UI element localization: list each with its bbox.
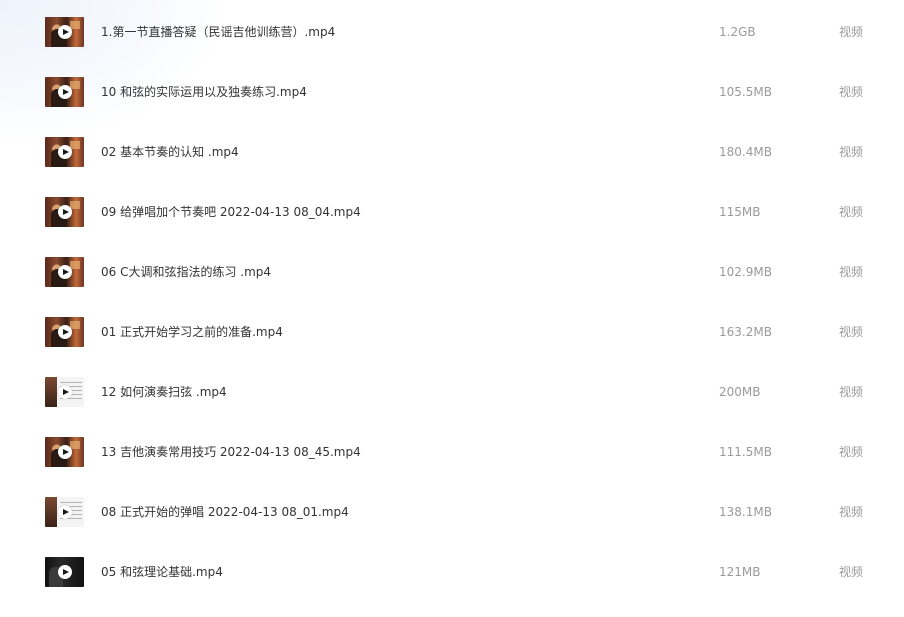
file-name[interactable]: 08 正式开始的弹唱 2022-04-13 08_01.mp4: [101, 503, 349, 521]
file-name[interactable]: 05 和弦理论基础.mp4: [101, 563, 223, 581]
file-size: 115MB: [719, 205, 761, 219]
play-icon: [57, 85, 72, 99]
file-type: 视频: [839, 325, 864, 339]
file-name[interactable]: 02 基本节奏的认知 .mp4: [101, 143, 239, 161]
play-icon: [57, 145, 72, 159]
file-row[interactable]: 08 正式开始的弹唱 2022-04-13 08_01.mp4 138.1MB …: [0, 497, 904, 557]
video-thumbnail[interactable]: [45, 17, 84, 47]
file-row[interactable]: 12 如何演奏扫弦 .mp4 200MB 视频: [0, 377, 904, 437]
play-icon: [57, 265, 72, 279]
play-icon: [57, 565, 72, 579]
file-size: 111.5MB: [719, 445, 772, 459]
file-row[interactable]: 13 吉他演奏常用技巧 2022-04-13 08_45.mp4 111.5MB…: [0, 437, 904, 497]
play-icon: [57, 505, 72, 519]
file-row[interactable]: 1.第一节直播答疑（民谣吉他训练营）.mp4 1.2GB 视频: [0, 17, 904, 77]
file-name[interactable]: 06 C大调和弦指法的练习 .mp4: [101, 263, 271, 281]
file-type: 视频: [839, 145, 864, 159]
file-name[interactable]: 01 正式开始学习之前的准备.mp4: [101, 323, 283, 341]
file-name[interactable]: 12 如何演奏扫弦 .mp4: [101, 383, 227, 401]
play-icon: [57, 325, 72, 339]
file-size: 1.2GB: [719, 25, 756, 39]
file-type: 视频: [839, 85, 864, 99]
file-size: 200MB: [719, 385, 761, 399]
file-size: 105.5MB: [719, 85, 772, 99]
file-name[interactable]: 1.第一节直播答疑（民谣吉他训练营）.mp4: [101, 23, 335, 41]
video-thumbnail[interactable]: [45, 497, 84, 527]
file-type: 视频: [839, 565, 864, 579]
file-row[interactable]: 09 给弹唱加个节奏吧 2022-04-13 08_04.mp4 115MB 视…: [0, 197, 904, 257]
file-size: 138.1MB: [719, 505, 772, 519]
file-row[interactable]: 02 基本节奏的认知 .mp4 180.4MB 视频: [0, 137, 904, 197]
file-name[interactable]: 09 给弹唱加个节奏吧 2022-04-13 08_04.mp4: [101, 203, 361, 221]
file-name[interactable]: 13 吉他演奏常用技巧 2022-04-13 08_45.mp4: [101, 443, 361, 461]
file-type: 视频: [839, 265, 864, 279]
play-icon: [57, 25, 72, 39]
video-thumbnail[interactable]: [45, 197, 84, 227]
file-row[interactable]: 05 和弦理论基础.mp4 121MB 视频: [0, 557, 904, 617]
file-type: 视频: [839, 445, 864, 459]
file-type: 视频: [839, 385, 864, 399]
play-icon: [57, 205, 72, 219]
video-thumbnail[interactable]: [45, 377, 84, 407]
file-row[interactable]: 06 C大调和弦指法的练习 .mp4 102.9MB 视频: [0, 257, 904, 317]
play-icon: [57, 385, 72, 399]
file-type: 视频: [839, 205, 864, 219]
file-name[interactable]: 10 和弦的实际运用以及独奏练习.mp4: [101, 83, 307, 101]
file-size: 121MB: [719, 565, 761, 579]
file-size: 180.4MB: [719, 145, 772, 159]
file-type: 视频: [839, 505, 864, 519]
video-thumbnail[interactable]: [45, 437, 84, 467]
file-size: 163.2MB: [719, 325, 772, 339]
video-thumbnail[interactable]: [45, 77, 84, 107]
file-row[interactable]: 10 和弦的实际运用以及独奏练习.mp4 105.5MB 视频: [0, 77, 904, 137]
video-thumbnail[interactable]: [45, 317, 84, 347]
video-thumbnail[interactable]: [45, 137, 84, 167]
video-thumbnail[interactable]: [45, 557, 84, 587]
file-row[interactable]: 01 正式开始学习之前的准备.mp4 163.2MB 视频: [0, 317, 904, 377]
file-type: 视频: [839, 25, 864, 39]
video-thumbnail[interactable]: [45, 257, 84, 287]
file-size: 102.9MB: [719, 265, 772, 279]
file-list: 1.第一节直播答疑（民谣吉他训练营）.mp4 1.2GB 视频 10 和弦的实际…: [0, 0, 904, 603]
play-icon: [57, 445, 72, 459]
